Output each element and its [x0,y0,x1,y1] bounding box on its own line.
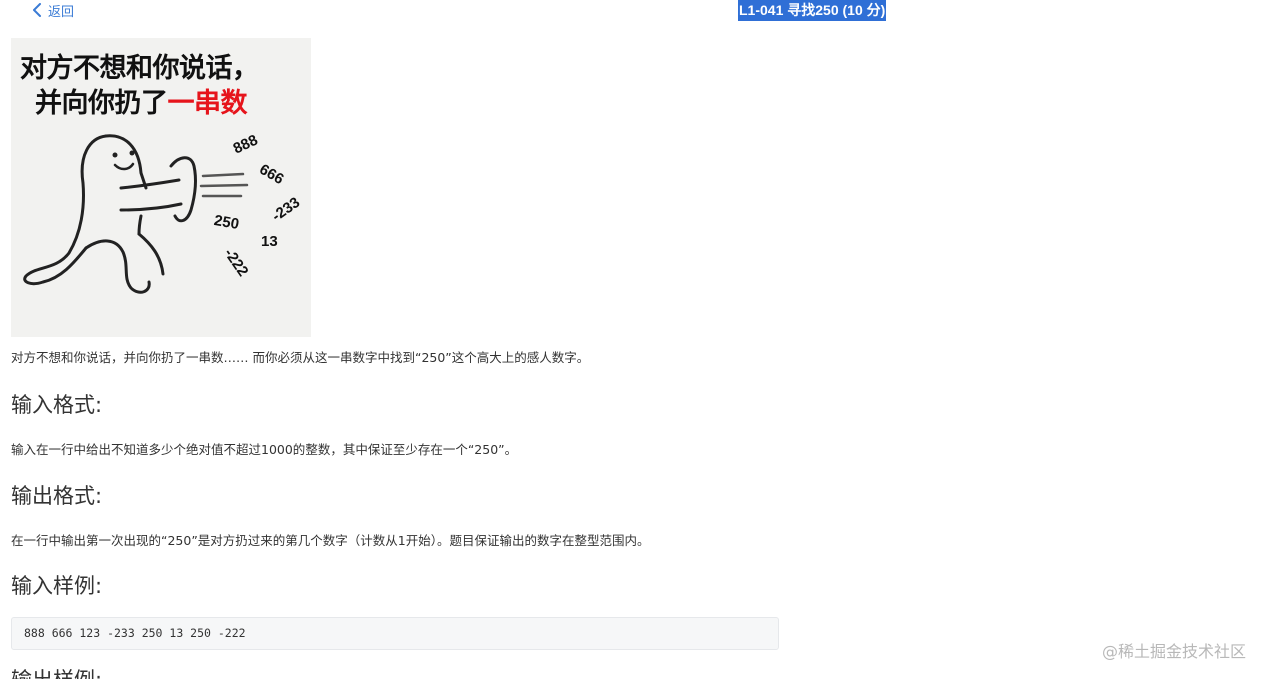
meme-number: 13 [261,233,278,250]
meme-caption-line2: 并向你扔了一串数 [35,81,247,120]
problem-description: 对方不想和你说话，并向你扔了一串数…… 而你必须从这一串数字中找到“250”这个… [11,350,590,365]
sample-output-heading: 输出样例: [11,664,102,679]
sample-input-code[interactable]: 888 666 123 -233 250 13 250 -222 [11,617,779,650]
back-label: 返回 [48,4,75,20]
meme-image: 对方不想和你说话， 并向你扔了一串数 888 666 -233 250 13 -… [11,38,311,337]
input-format-text: 输入在一行中给出不知道多少个绝对值不超过1000的整数，其中保证至少存在一个“2… [11,442,518,457]
meme-caption-line1: 对方不想和你说话， [20,53,259,84]
chevron-left-icon [33,3,41,17]
meme-caption-prefix: 并向你扔了 [35,88,168,119]
input-format-heading: 输入格式: [11,393,103,417]
meme-caption-highlight: 一串数 [167,88,248,119]
problem-page: 返回 L1-041 寻找250 (10 分) 对方不想和你说话， 并向你扔了一串… [0,0,1282,679]
back-link[interactable]: 返回 [32,0,74,20]
output-format-text: 在一行中输出第一次出现的“250”是对方扔过来的第几个数字（计数从1开始）。题目… [11,533,650,548]
output-format-heading: 输出格式: [11,484,103,508]
problem-title: L1-041 寻找250 (10 分) [738,0,887,21]
watermark: @稀土掘金技术社区 [1102,642,1247,661]
sample-input-heading: 输入样例: [11,574,103,598]
